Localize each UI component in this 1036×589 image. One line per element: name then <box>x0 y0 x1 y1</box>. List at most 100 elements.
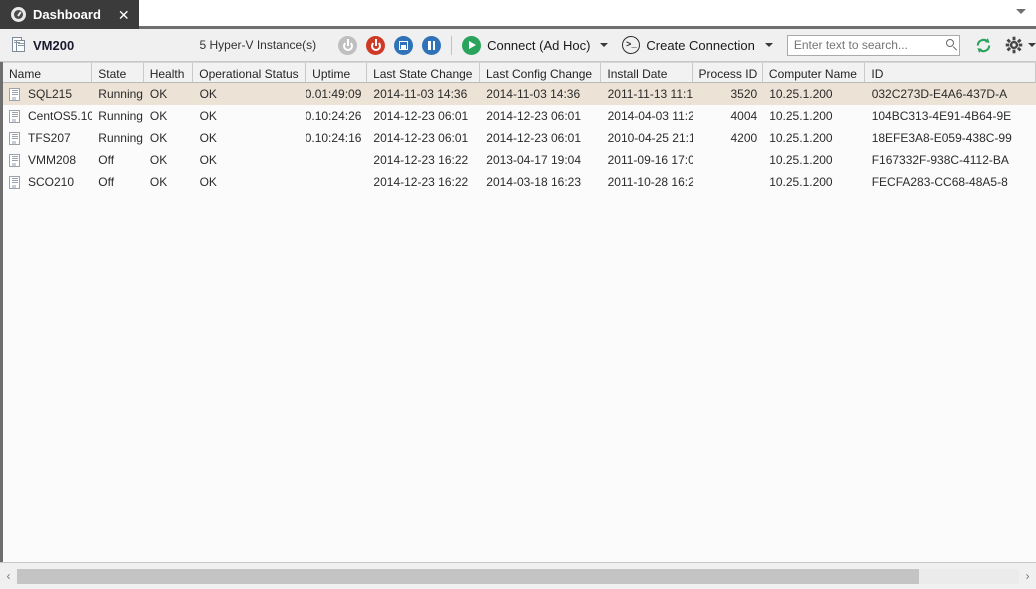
table-row[interactable]: VMM208 Off OK OK 2014-12-23 16:22 2013-04-17 … <box>3 149 1036 171</box>
close-icon[interactable]: ✕ <box>118 8 130 22</box>
cell-last-state-change: 2014-12-23 06:01 <box>373 131 469 145</box>
app-window: Dashboard ✕ VM200 5 Hyper-V Instance(s) <box>0 0 1036 589</box>
cell-text: VMM208 <box>28 153 77 167</box>
create-connection-label: Create Connection <box>646 37 755 53</box>
column-header-operational-status[interactable]: Operational Status <box>193 63 307 82</box>
vm-icon <box>9 131 20 145</box>
cell-health: OK <box>149 109 168 123</box>
cell-computer-name: 10.25.1.200 <box>769 109 833 123</box>
cell-install-date: 2010-04-25 21:10 <box>607 131 693 145</box>
cell-text: CentOS5.10 <box>28 109 93 123</box>
column-header-id[interactable]: ID <box>865 63 1036 82</box>
cell-operational-status: OK <box>199 153 217 167</box>
vm-icon <box>9 175 20 189</box>
tab-dashboard[interactable]: Dashboard ✕ <box>0 0 139 29</box>
tab-label: Dashboard <box>33 7 101 22</box>
page-title: VM200 <box>33 37 75 53</box>
save-state-button[interactable] <box>394 35 414 55</box>
cell-install-date: 2014-04-03 11:27 <box>607 109 693 123</box>
cell-operational-status: OK <box>199 109 217 123</box>
cell-text: TFS207 <box>28 131 71 145</box>
cell-last-state-change: 2014-12-23 16:22 <box>373 153 469 167</box>
cell-operational-status: OK <box>199 175 217 189</box>
column-header-name[interactable]: Name <box>3 63 93 82</box>
cell-computer-name: 10.25.1.200 <box>769 175 833 189</box>
cell-last-state-change: 2014-12-23 06:01 <box>373 109 469 123</box>
toolbar: VM200 5 Hyper-V Instance(s) Connect (Ad … <box>0 29 1036 62</box>
horizontal-scrollbar[interactable]: ‹ › <box>0 562 1036 589</box>
dashboard-gauge-icon <box>11 7 26 22</box>
grid-rows: SQL215 Running OK OK 50.01:49:09 2014-11-03 1… <box>3 83 1036 193</box>
cell-text: SCO210 <box>28 175 75 189</box>
cell-id: F167332F-938C-4112-BA <box>871 153 1009 167</box>
cell-operational-status: OK <box>199 131 217 145</box>
shutdown-button[interactable] <box>366 35 386 55</box>
cell-health: OK <box>149 87 168 101</box>
cell-state: Off <box>98 175 115 189</box>
scrollbar-track[interactable] <box>17 568 1019 584</box>
table-row[interactable]: SCO210 Off OK OK 2014-12-23 16:22 2014-03-18 … <box>3 171 1036 193</box>
refresh-icon[interactable] <box>974 36 993 55</box>
caret-down-icon[interactable] <box>764 43 773 47</box>
column-header-uptime[interactable]: Uptime <box>306 63 368 82</box>
cell-last-config-change: 2014-12-23 06:01 <box>486 131 582 145</box>
cell-state: Running <box>98 109 143 123</box>
cell-process-id: 4200 <box>730 131 758 145</box>
table-row[interactable]: SQL215 Running OK OK 50.01:49:09 2014-11-03 1… <box>3 83 1036 105</box>
column-header-process-id[interactable]: Process ID <box>693 63 763 82</box>
cell-computer-name: 10.25.1.200 <box>769 87 833 101</box>
tab-strip: Dashboard ✕ <box>0 0 1036 29</box>
server-icon <box>12 37 26 53</box>
column-header-install-date[interactable]: Install Date <box>601 63 693 82</box>
cell-computer-name: 10.25.1.200 <box>769 153 833 167</box>
cell-last-state-change: 2014-12-23 16:22 <box>373 175 469 189</box>
table-row[interactable]: CentOS5.10 Running OK OK 0.10:24:26 2014-12-2… <box>3 105 1036 127</box>
cell-computer-name: 10.25.1.200 <box>769 131 833 145</box>
vm-icon <box>9 87 20 101</box>
cell-id: FECFA283-CC68-48A5-8 <box>871 175 1008 189</box>
column-header-health[interactable]: Health <box>144 63 194 82</box>
column-header-last-state-change[interactable]: Last State Change <box>367 63 480 82</box>
cell-install-date: 2011-10-28 16:21 <box>607 175 693 189</box>
instance-count-label: 5 Hyper-V Instance(s) <box>199 38 317 52</box>
connect-ad-hoc-button[interactable]: Connect (Ad Hoc) <box>462 35 609 55</box>
scroll-right-arrow-icon[interactable]: › <box>1019 568 1036 585</box>
pause-button[interactable] <box>422 35 442 55</box>
search-input[interactable] <box>786 34 960 56</box>
cell-state: Off <box>98 153 115 167</box>
toolbar-title-group: VM200 <box>12 37 199 53</box>
scroll-left-arrow-icon[interactable]: ‹ <box>0 568 17 585</box>
cell-last-config-change: 2014-12-23 06:01 <box>486 109 582 123</box>
column-header-computer-name[interactable]: Computer Name <box>763 63 866 82</box>
gear-icon[interactable] <box>1005 36 1023 54</box>
cell-name: CentOS5.10 <box>3 109 92 123</box>
chevron-down-icon[interactable] <box>1016 9 1026 14</box>
cell-text: SQL215 <box>28 87 73 101</box>
caret-down-icon[interactable] <box>600 43 609 47</box>
cell-name: SQL215 <box>3 87 92 101</box>
cell-install-date: 2011-11-13 11:16 <box>607 87 693 101</box>
cell-name: SCO210 <box>3 175 92 189</box>
column-header-last-config-change[interactable]: Last Config Change <box>480 63 602 82</box>
vm-grid: Name State Health Operational Status Uptime L… <box>0 62 1036 562</box>
vm-icon <box>9 153 20 167</box>
scrollbar-thumb[interactable] <box>17 568 919 584</box>
start-button[interactable] <box>338 35 358 55</box>
create-connection-button[interactable]: >_ Create Connection <box>622 36 773 54</box>
cell-id: 18EFE3A8-E059-438C-99 <box>871 131 1012 145</box>
cell-name: VMM208 <box>3 153 92 167</box>
cell-last-config-change: 2013-04-17 19:04 <box>486 153 582 167</box>
console-connection-icon: >_ <box>622 36 641 54</box>
table-row[interactable]: TFS207 Running OK OK 0.10:24:16 2014-12-23 06… <box>3 127 1036 149</box>
cell-operational-status: OK <box>199 87 217 101</box>
column-header-state[interactable]: State <box>92 63 144 82</box>
connect-ad-hoc-label: Connect (Ad Hoc) <box>487 37 591 53</box>
cell-process-id: 3520 <box>730 87 758 101</box>
vm-icon <box>9 109 20 123</box>
cell-name: TFS207 <box>3 131 92 145</box>
settings-caret-down-icon[interactable] <box>1028 43 1036 47</box>
cell-health: OK <box>149 175 168 189</box>
toolbar-separator <box>451 35 453 55</box>
search-box <box>786 34 960 56</box>
cell-state: Running <box>98 131 143 145</box>
